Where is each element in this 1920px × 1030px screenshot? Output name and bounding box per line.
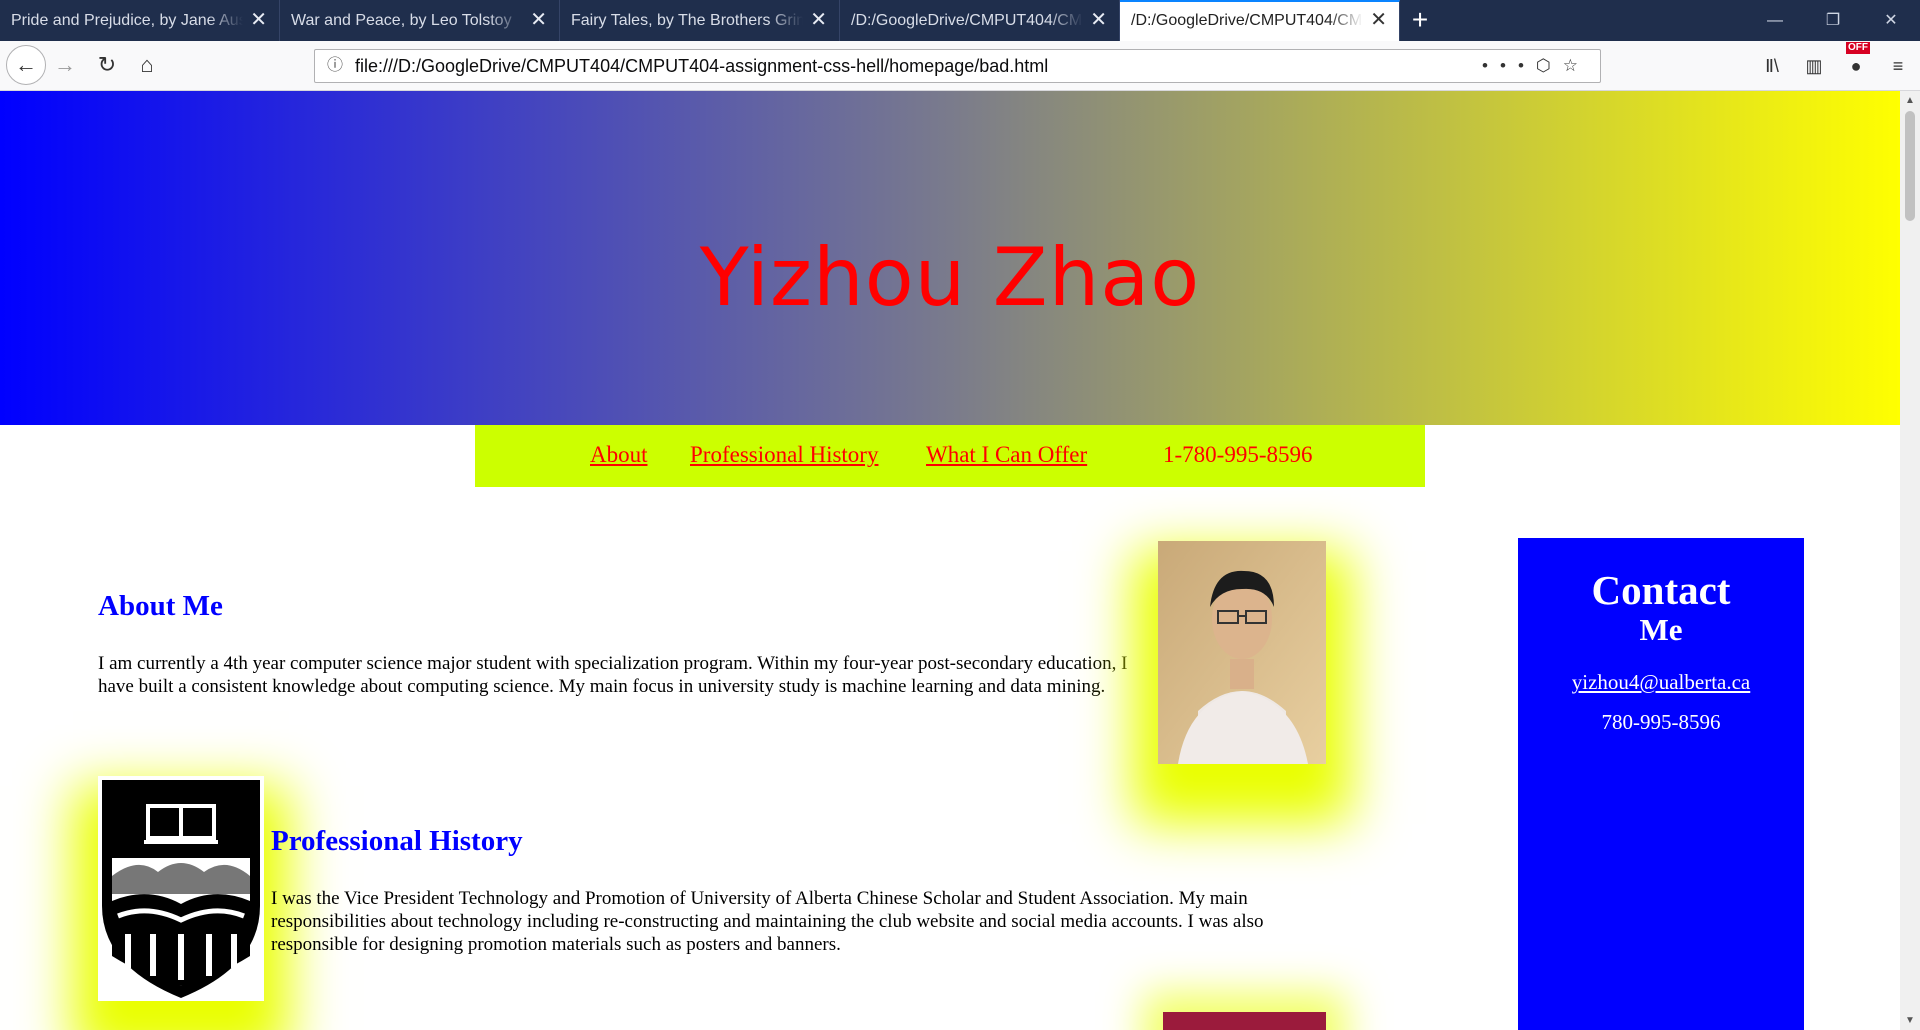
menu-phone: 1-780-995-8596 bbox=[1163, 442, 1313, 467]
tab-title: Fairy Tales, by The Brothers Grimm bbox=[571, 12, 803, 29]
scrollbar-thumb[interactable] bbox=[1905, 111, 1915, 221]
forward-arrow-icon[interactable]: → bbox=[48, 48, 82, 82]
minimize-icon[interactable]: — bbox=[1746, 0, 1804, 41]
page-actions-icon[interactable]: ••• bbox=[1482, 56, 1536, 75]
addon-off-icon[interactable]: ● OFF bbox=[1842, 41, 1870, 77]
menu-icon[interactable]: ≡ bbox=[1884, 56, 1912, 77]
info-icon[interactable]: ⓘ bbox=[327, 50, 343, 82]
about-text: I am currently a 4th year computer scien… bbox=[98, 653, 1128, 697]
tab-title: /D:/GoogleDrive/CMPUT404/CMPUT404-assign… bbox=[851, 12, 1083, 29]
url-text[interactable]: file:///D:/GoogleDrive/CMPUT404/CMPUT404… bbox=[355, 50, 1048, 82]
window-controls: — ❐ ✕ bbox=[1746, 0, 1920, 41]
library-icon[interactable]: Ⅱ\ bbox=[1758, 56, 1786, 77]
hero-banner: Yizhou Zhao bbox=[0, 91, 1900, 425]
scroll-down-icon[interactable]: ▼ bbox=[1900, 1015, 1920, 1026]
portrait-image bbox=[1158, 541, 1326, 764]
contact-subtitle: Me bbox=[1639, 612, 1683, 647]
tab-war-and-peace[interactable]: War and Peace, by Leo Tolstoy ✕ bbox=[280, 0, 560, 41]
contact-panel: Contact Me yizhou4@ualberta.ca 780-995-8… bbox=[1518, 538, 1804, 1030]
page-viewport: Yizhou Zhao About Professional History W… bbox=[0, 91, 1900, 1030]
bookmark-star-icon[interactable]: ☆ bbox=[1563, 56, 1590, 75]
about-heading: About Me bbox=[98, 590, 223, 622]
tab-close-icon[interactable]: ✕ bbox=[1370, 2, 1387, 39]
tab-googledrive-1[interactable]: /D:/GoogleDrive/CMPUT404/CMPUT404-assign… bbox=[840, 0, 1120, 41]
hero-name: Yizhou Zhao bbox=[699, 231, 1201, 324]
tab-title: /D:/GoogleDrive/CMPUT404/CMPUT404-assign… bbox=[1131, 12, 1363, 29]
contact-phone: 780-995-8596 bbox=[1601, 710, 1721, 734]
addon-badge: OFF bbox=[1846, 41, 1870, 54]
menu-link-offer[interactable]: What I Can Offer bbox=[926, 442, 1087, 468]
portrait-photo bbox=[1158, 541, 1326, 764]
tab-googledrive-active[interactable]: /D:/GoogleDrive/CMPUT404/CMPUT404-assign… bbox=[1120, 0, 1400, 41]
tab-close-icon[interactable]: ✕ bbox=[810, 0, 827, 41]
contact-email-link[interactable]: yizhou4@ualberta.ca bbox=[1518, 670, 1804, 695]
tab-bar: Pride and Prejudice, by Jane Austen ✕ Wa… bbox=[0, 0, 1920, 41]
site-menu: About Professional History What I Can Of… bbox=[475, 425, 1425, 487]
menu-link-about[interactable]: About bbox=[590, 442, 648, 468]
tab-close-icon[interactable]: ✕ bbox=[1090, 0, 1107, 41]
toolbar-right: Ⅱ\ ▥ ● OFF ≡ bbox=[1758, 41, 1912, 91]
scroll-up-icon[interactable]: ▲ bbox=[1900, 95, 1920, 106]
history-text: I was the Vice President Technology and … bbox=[271, 888, 1264, 955]
home-icon[interactable]: ⌂ bbox=[130, 48, 164, 82]
contact-title: Contact bbox=[1591, 567, 1731, 613]
university-crest bbox=[98, 776, 264, 1001]
url-bar[interactable]: ⓘ file:///D:/GoogleDrive/CMPUT404/CMPUT4… bbox=[314, 49, 1601, 83]
vertical-scrollbar[interactable]: ▲ ▼ bbox=[1900, 91, 1920, 1030]
new-tab-icon[interactable]: + bbox=[1400, 0, 1440, 41]
history-heading: Professional History bbox=[271, 825, 523, 857]
pocket-icon[interactable]: ⬡ bbox=[1536, 56, 1563, 75]
tab-title: Pride and Prejudice, by Jane Austen bbox=[11, 12, 243, 29]
tab-close-icon[interactable]: ✕ bbox=[250, 0, 267, 41]
menu-link-history[interactable]: Professional History bbox=[690, 442, 878, 468]
tab-close-icon[interactable]: ✕ bbox=[530, 0, 547, 41]
tab-pride-and-prejudice[interactable]: Pride and Prejudice, by Jane Austen ✕ bbox=[0, 0, 280, 41]
tab-fairy-tales[interactable]: Fairy Tales, by The Brothers Grimm ✕ bbox=[560, 0, 840, 41]
navigation-toolbar: ← → ↻ ⌂ ⓘ file:///D:/GoogleDrive/CMPUT40… bbox=[0, 41, 1920, 91]
restore-icon[interactable]: ❐ bbox=[1804, 0, 1862, 41]
tab-title: War and Peace, by Leo Tolstoy bbox=[291, 12, 512, 29]
back-arrow-icon[interactable]: ← bbox=[6, 45, 46, 85]
window-close-icon[interactable]: ✕ bbox=[1862, 0, 1920, 41]
sidebar-icon[interactable]: ▥ bbox=[1800, 56, 1828, 77]
reload-icon[interactable]: ↻ bbox=[90, 48, 124, 82]
crest-icon bbox=[102, 780, 260, 998]
partial-image bbox=[1163, 1012, 1326, 1030]
urlbar-actions: •••⬡☆ bbox=[1482, 50, 1590, 82]
